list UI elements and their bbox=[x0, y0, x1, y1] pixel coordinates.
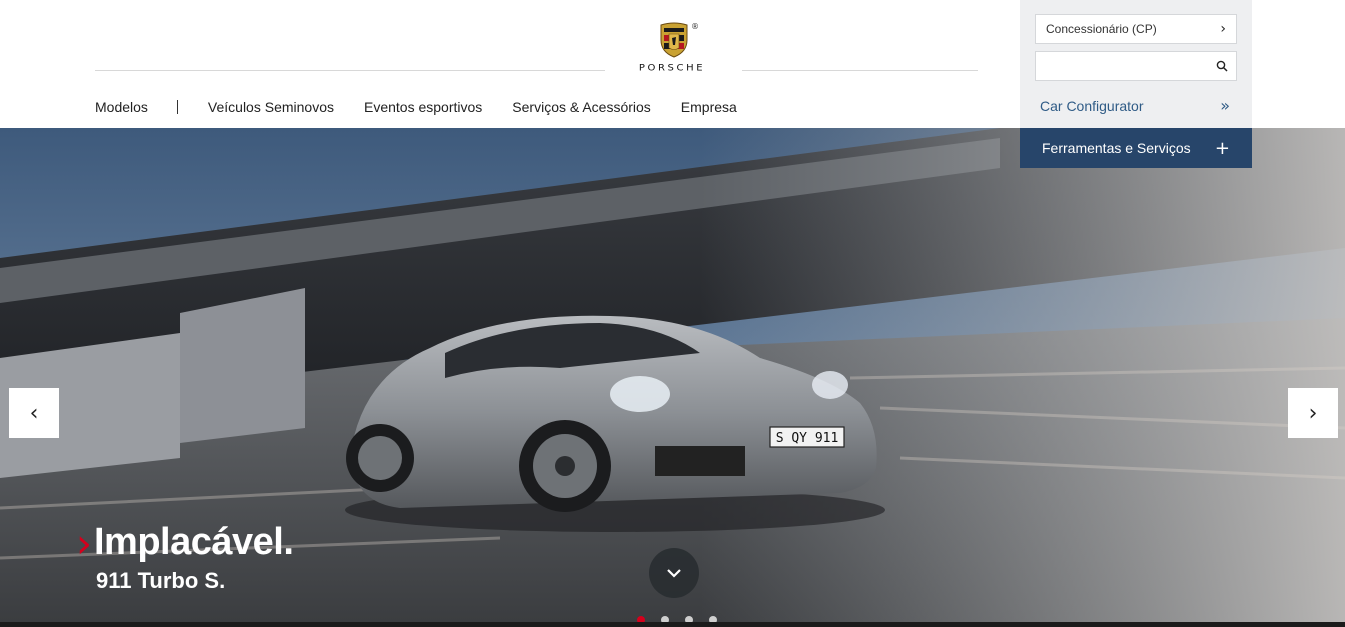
carousel-next-button[interactable]: › bbox=[1288, 388, 1338, 438]
red-chevron-icon: › bbox=[76, 521, 92, 567]
nav-motorsport-events[interactable]: Eventos esportivos bbox=[364, 99, 482, 115]
chevron-left-icon: ‹ bbox=[29, 400, 39, 426]
car-configurator-link[interactable]: Car Configurator » bbox=[1040, 96, 1230, 115]
nav-used-vehicles[interactable]: Veículos Seminovos bbox=[208, 99, 334, 115]
nav-models[interactable]: Modelos bbox=[95, 99, 148, 115]
scroll-down-button[interactable] bbox=[649, 548, 699, 598]
search-icon bbox=[1216, 60, 1228, 72]
dealer-label: Concessionário (CP) bbox=[1046, 22, 1157, 36]
header-divider-left bbox=[95, 70, 605, 71]
dealer-selector[interactable]: Concessionário (CP) › bbox=[1035, 14, 1237, 44]
search-input[interactable] bbox=[1036, 52, 1207, 80]
crest-icon bbox=[660, 22, 688, 58]
utility-panel: Concessionário (CP) › Car Configurator » bbox=[1020, 0, 1252, 128]
license-plate: S QY 911 bbox=[776, 431, 839, 446]
main-nav: Modelos Veículos Seminovos Eventos espor… bbox=[95, 97, 737, 117]
nav-company[interactable]: Empresa bbox=[681, 99, 737, 115]
carousel-progress-bar bbox=[0, 622, 1345, 627]
chevron-right-icon: › bbox=[1308, 400, 1318, 426]
tools-services-label: Ferramentas e Serviços bbox=[1042, 140, 1191, 156]
plus-icon: + bbox=[1214, 137, 1230, 159]
carousel-prev-button[interactable]: ‹ bbox=[9, 388, 59, 438]
search-button[interactable] bbox=[1207, 52, 1236, 80]
registered-mark: ® bbox=[691, 22, 699, 31]
tools-services-toggle[interactable]: Ferramentas e Serviços + bbox=[1020, 128, 1252, 168]
hero-headline: › Implacável. bbox=[76, 520, 294, 567]
nav-services-accessories[interactable]: Serviços & Acessórios bbox=[512, 99, 651, 115]
chevron-down-icon bbox=[667, 569, 681, 578]
porsche-logo[interactable]: ® PORSCHE bbox=[622, 22, 726, 78]
hero-title: Implacável. bbox=[94, 520, 294, 563]
car-configurator-label: Car Configurator bbox=[1040, 97, 1144, 114]
search-box bbox=[1035, 51, 1237, 81]
hero-carousel: S QY 911 ‹ › › Implacável. 911 Turbo S. bbox=[0, 128, 1345, 627]
porsche-wordmark: PORSCHE bbox=[638, 63, 706, 74]
nav-separator bbox=[176, 100, 178, 114]
header-divider-right bbox=[742, 70, 978, 71]
double-chevron-right-icon: » bbox=[1220, 96, 1230, 115]
chevron-right-icon: › bbox=[1220, 21, 1226, 37]
hero-subtitle: 911 Turbo S. bbox=[96, 568, 226, 593]
